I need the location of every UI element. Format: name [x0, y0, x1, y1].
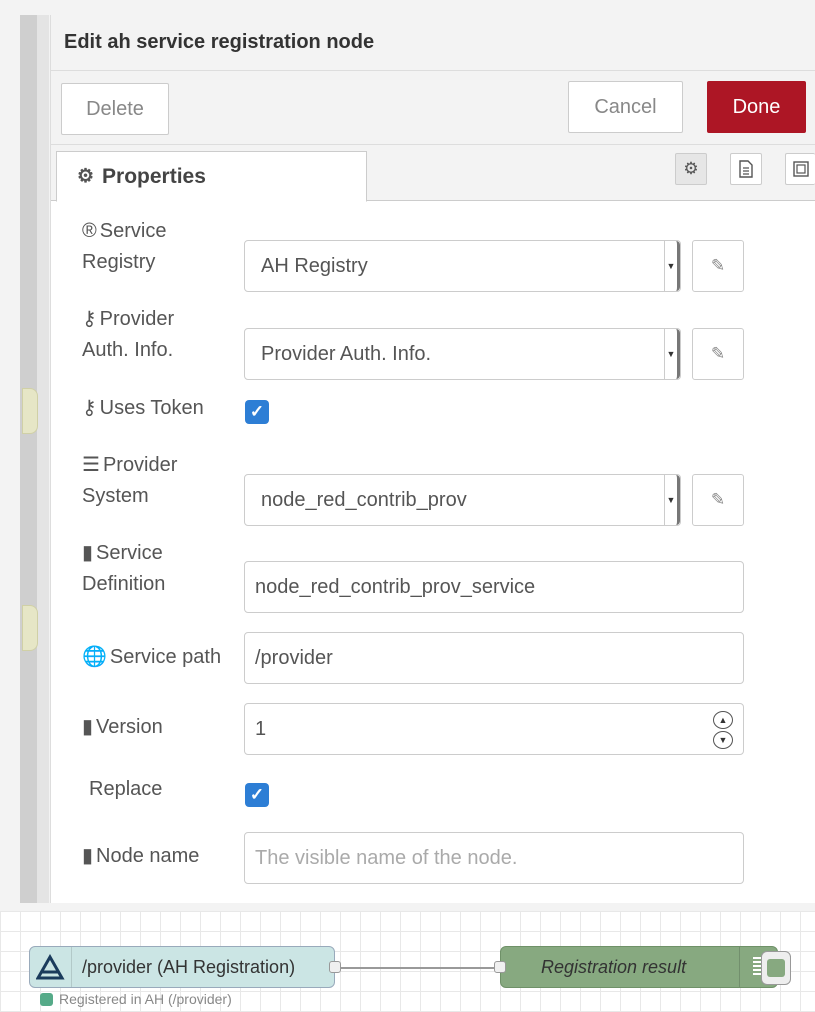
- description-tab-button[interactable]: [730, 153, 762, 185]
- edit-tray: Edit ah service registration node Delete…: [50, 15, 815, 903]
- flow-wire[interactable]: [341, 967, 505, 969]
- service-registry-select[interactable]: AH Registry ▼: [244, 240, 681, 292]
- service-registry-label: ® Service Registry: [82, 220, 167, 273]
- tray-header: Edit ah service registration node: [51, 15, 815, 71]
- provider-auth-label: ⚷ Provider Auth. Info.: [82, 308, 175, 361]
- gear-icon: ⚙: [683, 159, 699, 178]
- status-dot-icon: [40, 992, 53, 1006]
- provider-auth-select[interactable]: Provider Auth. Info. ▼: [244, 328, 681, 380]
- node-name-placeholder: The visible name of the node.: [255, 846, 518, 869]
- replace-checkbox[interactable]: ✓: [245, 783, 269, 807]
- tray-toolbar: Delete Cancel Done: [51, 71, 815, 145]
- chevron-down-icon: ▼: [664, 475, 680, 525]
- tab-properties-label: Properties: [102, 164, 206, 188]
- input-port[interactable]: [494, 961, 506, 973]
- node-name-input[interactable]: The visible name of the node.: [244, 832, 744, 884]
- version-label: ▮ Version: [82, 716, 163, 738]
- document-icon: [739, 160, 753, 178]
- version-spinner[interactable]: ▲ ▼: [713, 711, 733, 749]
- pencil-icon: ✎: [710, 490, 726, 509]
- debug-toggle-button[interactable]: [761, 951, 791, 985]
- edit-provider-auth-button[interactable]: ✎: [692, 328, 744, 380]
- version-input[interactable]: 1 ▲ ▼: [244, 703, 744, 755]
- service-definition-input[interactable]: node_red_contrib_prov_service: [244, 561, 744, 613]
- output-port[interactable]: [329, 961, 341, 973]
- ah-registration-node[interactable]: /provider (AH Registration): [29, 946, 341, 988]
- pencil-icon: ✎: [710, 256, 726, 275]
- chevron-down-icon[interactable]: ▼: [713, 731, 733, 749]
- arrowhead-icon: [30, 947, 72, 987]
- bookmark-icon: ▮: [82, 716, 94, 738]
- replace-label: Replace: [89, 778, 163, 800]
- provider-system-select[interactable]: node_red_contrib_prov ▼: [244, 474, 681, 526]
- canvas-node-partial[interactable]: [22, 388, 38, 434]
- registered-icon: ®: [82, 220, 97, 242]
- chevron-down-icon: ▼: [664, 241, 680, 291]
- cancel-button[interactable]: Cancel: [568, 81, 683, 133]
- tray-title: Edit ah service registration node: [64, 31, 375, 53]
- registration-result-node[interactable]: Registration result: [494, 946, 791, 988]
- result-node-label: Registration result: [541, 956, 687, 977]
- pencil-icon: ✎: [710, 344, 726, 363]
- settings-tab-button[interactable]: ⚙: [675, 153, 707, 185]
- key-icon: ⚷: [82, 308, 97, 330]
- check-icon: ✓: [249, 785, 265, 804]
- service-path-label: 🌐 Service path: [82, 646, 222, 668]
- uses-token-checkbox[interactable]: ✓: [245, 400, 269, 424]
- tabs-row: ⚙ Properties ⚙: [51, 145, 815, 202]
- appearance-tab-button[interactable]: [785, 153, 815, 185]
- tab-properties[interactable]: ⚙ Properties: [56, 151, 367, 202]
- bookmark-icon: ▮: [82, 845, 94, 867]
- server-icon: ☰: [82, 454, 100, 476]
- gear-icon: ⚙: [77, 166, 95, 187]
- canvas-node-partial[interactable]: [22, 605, 38, 651]
- frame-icon: [792, 161, 809, 177]
- edit-provider-system-button[interactable]: ✎: [692, 474, 744, 526]
- flow-workspace[interactable]: /provider (AH Registration) Registration…: [0, 911, 815, 1012]
- delete-button[interactable]: Delete: [61, 83, 169, 135]
- service-definition-label: ▮ Service Definition: [82, 542, 166, 595]
- check-icon: ✓: [249, 402, 265, 421]
- done-button[interactable]: Done: [707, 81, 806, 133]
- edit-service-registry-button[interactable]: ✎: [692, 240, 744, 292]
- provider-system-label: ☰ Provider System: [82, 454, 178, 507]
- chevron-up-icon[interactable]: ▲: [713, 711, 733, 729]
- version-value: 1: [255, 717, 267, 740]
- node-name-label: ▮ Node name: [82, 845, 200, 867]
- chevron-down-icon: ▼: [664, 329, 680, 379]
- bookmark-icon: ▮: [82, 542, 94, 564]
- ah-node-label: /provider (AH Registration): [82, 956, 296, 977]
- service-path-input[interactable]: /provider: [244, 632, 744, 684]
- globe-icon: 🌐: [82, 646, 107, 668]
- ah-node-status: Registered in AH (/provider): [40, 991, 232, 1007]
- sidebar-strip-inner: [37, 15, 49, 903]
- uses-token-label: ⚷ Uses Token: [82, 397, 204, 419]
- key-icon: ⚷: [82, 397, 97, 419]
